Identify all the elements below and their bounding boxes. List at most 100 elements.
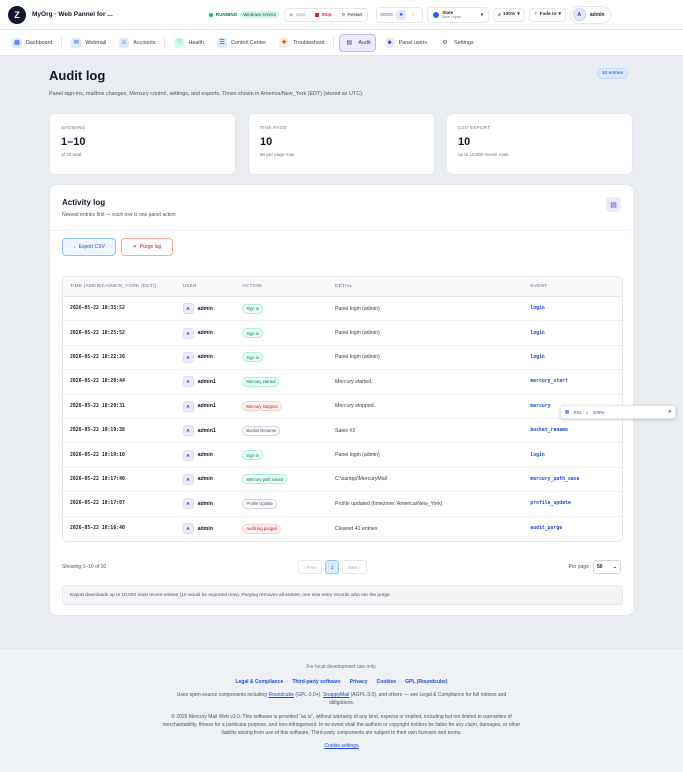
clipboard-icon: ▤	[346, 40, 353, 46]
card-divider	[50, 230, 635, 231]
stop-button[interactable]: Stop	[310, 8, 336, 22]
header-time: TIME (AMERICA/NEW_YORK (EDT))	[70, 284, 157, 289]
purge-log-label: Purge log	[139, 244, 162, 250]
nav-troubleshoot[interactable]: ✚ Troubleshoot	[275, 34, 328, 52]
footer-link-gpl[interactable]: GPL (Roundcube)	[405, 679, 447, 685]
chevron-down-icon[interactable]: ▾	[668, 409, 671, 415]
stat-card-showing: SHOWING 1–10 of 10 total	[49, 113, 236, 175]
header-action: ACTION	[242, 284, 262, 289]
animation-select[interactable]: ✦ Fade In ▾	[528, 7, 566, 22]
user-shield-icon: ☻	[384, 37, 395, 48]
action-badge: Mercury path saved	[242, 474, 288, 485]
cell-event: bucket_rename	[530, 428, 568, 434]
nav-settings[interactable]: ⚙ Settings	[436, 34, 477, 52]
stat-sub: up to 10,000 recent rows	[458, 152, 509, 157]
user-name: admin	[197, 525, 213, 532]
theme-select[interactable]: Slate Blue / cyan ▾	[427, 6, 490, 23]
user-avatar: A	[182, 376, 194, 388]
os-text: (AGPL-3.0), and others — see Legal & Com…	[328, 692, 507, 706]
light-mode-icon[interactable]: ●	[396, 9, 407, 20]
export-csv-button[interactable]: ↓ Export CSV	[62, 238, 116, 256]
cell-time: 2026-05-22 10:25:52	[70, 330, 125, 336]
cell-user: Aadmin1	[182, 376, 243, 388]
chevron-down-icon: ▾	[480, 11, 484, 18]
sliders-icon: ☰	[217, 37, 228, 48]
purge-log-button[interactable]: ✕ Purge log	[121, 238, 173, 256]
cell-event: login	[530, 354, 545, 360]
restart-button[interactable]: ↻ Restart	[337, 8, 368, 22]
nav-label: Settings	[454, 39, 474, 46]
footer-copyright: © 2026 Mercury Mail Web v3.0. This softw…	[162, 714, 521, 736]
clipboard-icon[interactable]: ▤	[606, 197, 621, 212]
main-nav: ▦ Dashboard ✉ Webmail ☺ Accounts ♡ Health ☰ C…	[0, 30, 683, 56]
nav-control-center[interactable]: ☰ Control Center	[213, 34, 270, 52]
roundcube-link[interactable]: Roundcube	[268, 692, 294, 698]
app-title: MyOrg · Web Pannel for ...	[32, 11, 113, 18]
header-detail: DETAIL	[335, 284, 353, 289]
action-badge: Mercury started	[242, 376, 280, 387]
cell-time: 2026-05-22 10:19:38	[70, 428, 125, 434]
activity-log-title: Activity log	[62, 198, 106, 207]
footer-link-cookies[interactable]: Cookies	[377, 679, 396, 685]
per-page-label: Per page	[568, 564, 589, 570]
nav-label: Webmail	[85, 39, 107, 46]
entries-badge: 10 entries	[597, 68, 629, 79]
cell-user: Aadmin	[182, 449, 243, 461]
user-avatar: A	[182, 523, 194, 535]
page-title: Audit log	[49, 68, 106, 83]
nav-dashboard[interactable]: ▦ Dashboard	[8, 34, 56, 52]
cell-action: Bucket Rename	[242, 425, 335, 436]
cell-user: Aadmin	[182, 523, 243, 535]
nav-accounts[interactable]: ☺ Accounts	[115, 34, 159, 52]
stat-sub: of 10 total	[61, 152, 82, 157]
footer-link-third-party[interactable]: Third-party software	[292, 679, 340, 685]
nav-webmail[interactable]: ✉ Webmail	[67, 34, 110, 52]
footer-link-privacy[interactable]: Privacy	[350, 679, 368, 685]
cell-action: Profile Update	[242, 498, 335, 509]
activity-log-card: Activity log Newest entries first — each…	[49, 184, 635, 616]
nav-panel-users[interactable]: ☻ Panel users	[381, 34, 431, 52]
activity-log-subtitle: Newest entries first — each row is one p…	[62, 212, 176, 218]
view-size-popup[interactable]: ▦ XXL ⌕ 100% ▾	[560, 405, 676, 419]
nav-label: Accounts	[133, 39, 156, 46]
top-bar: Z MyOrg · Web Pannel for ... RUNNING Win…	[0, 0, 683, 30]
nav-label: Audit	[358, 39, 371, 46]
zoom-select[interactable]: ⌕ 100% ▾	[493, 7, 525, 22]
prev-page-button[interactable]: ‹ Prev	[298, 560, 323, 574]
app-logo[interactable]: Z	[8, 5, 26, 24]
per-page-value: 50	[597, 564, 603, 570]
dark-mode-icon[interactable]: ☾	[409, 10, 419, 20]
gear-icon: ⚙	[442, 40, 448, 46]
cell-detail: Mercury started.	[335, 378, 373, 385]
per-page-select[interactable]: 50 ⌄	[593, 560, 621, 574]
cell-detail: Panel login (admin)	[335, 354, 380, 361]
status-indicator: RUNNING Windows service	[208, 11, 280, 18]
next-page-button[interactable]: Next ›	[342, 560, 367, 574]
snappymail-link[interactable]: SnappyMail	[323, 692, 349, 698]
start-button[interactable]: ▶ Start	[285, 8, 310, 22]
nav-audit[interactable]: ▤ Audit	[339, 33, 376, 52]
action-badge: Mercury stopped	[242, 401, 282, 412]
cell-action: Audit log purged	[242, 523, 335, 534]
stop-label: Stop	[321, 12, 332, 17]
stop-icon	[315, 12, 320, 17]
nav-health[interactable]: ♡ Health	[170, 34, 208, 52]
showing-text: Showing 1–10 of 10	[62, 564, 107, 570]
table-body: 2026-05-22 10:35:52 Aadmin Sign in Panel lo…	[63, 297, 622, 541]
users-icon: ☺	[119, 37, 130, 48]
mail-icon: ✉	[71, 37, 82, 48]
user-name: admin1	[197, 378, 216, 385]
user-menu[interactable]: A admin	[569, 5, 611, 24]
download-icon: ↓	[73, 244, 76, 250]
footer-separator: ·	[343, 679, 346, 685]
footer-link-legal[interactable]: Legal & Compliance	[235, 679, 283, 685]
cookie-settings-link[interactable]: Cookie settings	[0, 743, 683, 749]
footer-separator: ·	[370, 679, 373, 685]
cell-user: Aadmin	[182, 327, 243, 339]
cell-event: profile_update	[530, 501, 571, 507]
status-dot-icon	[208, 12, 213, 17]
table-row: 2026-05-22 10:16:40 Aadmin Audit log purge…	[63, 517, 622, 541]
stat-label: SHOWING	[61, 125, 86, 130]
page-1-button[interactable]: 1	[325, 560, 340, 574]
service-controls: ▶ Start Stop ↻ Restart	[284, 7, 369, 22]
